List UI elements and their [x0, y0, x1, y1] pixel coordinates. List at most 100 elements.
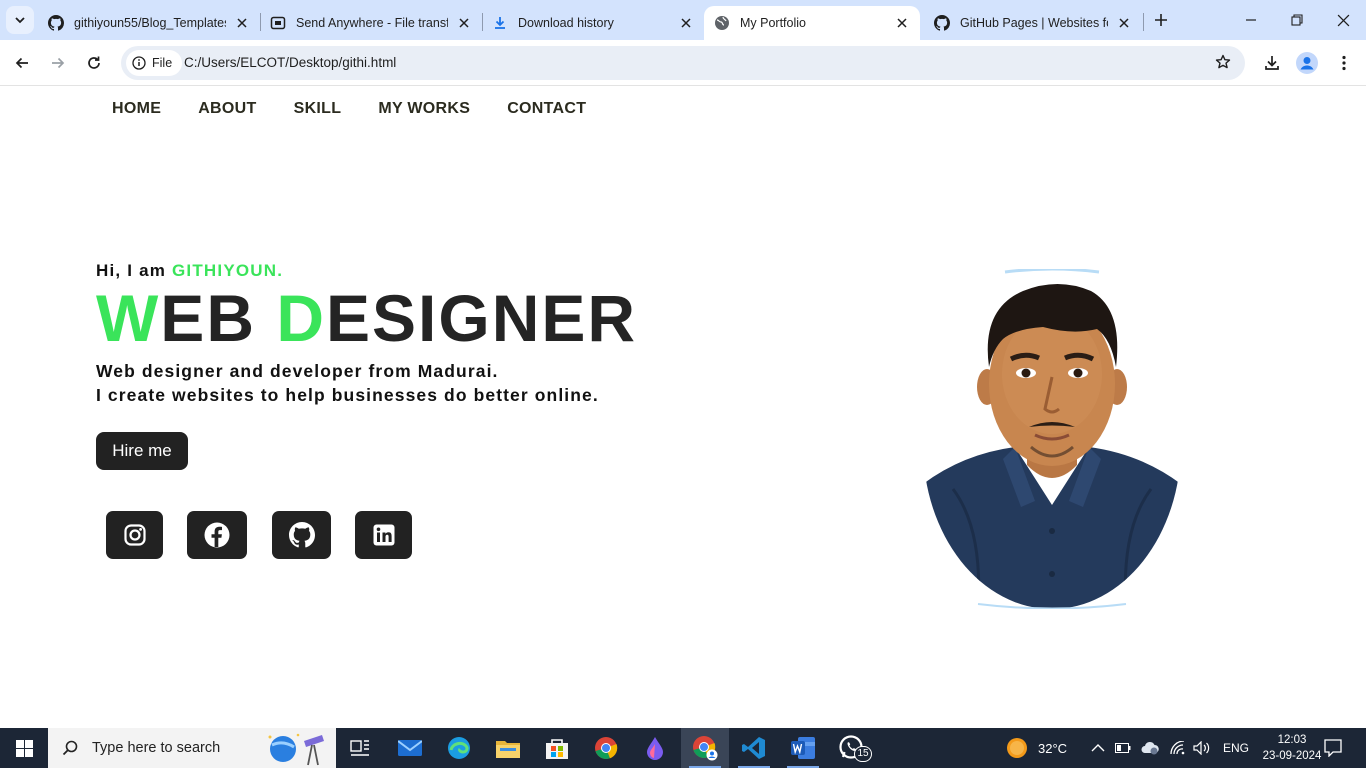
- tab-title: My Portfolio: [740, 16, 806, 30]
- download-icon: [1265, 56, 1279, 70]
- hero-description: Web designer and developer from Madurai.…: [96, 359, 637, 407]
- tab-github-pages[interactable]: GitHub Pages | Websites for you: [924, 6, 1142, 40]
- word-icon: [791, 737, 815, 759]
- close-icon: [1337, 14, 1349, 26]
- instagram-icon: [123, 524, 146, 546]
- tab-separator: [1143, 13, 1144, 31]
- site-nav: HOME ABOUT SKILL MY WORKS CONTACT: [112, 100, 623, 118]
- downloads-button[interactable]: [1258, 49, 1286, 77]
- sun-icon: [1007, 738, 1027, 758]
- paint-app[interactable]: [631, 728, 679, 768]
- search-highlight-icon: [268, 733, 324, 766]
- hero-section: Hi, I am GITHIYOUN. WEB DESIGNER Web des…: [96, 261, 638, 470]
- speaker-icon[interactable]: [1193, 741, 1211, 755]
- instagram-button[interactable]: [106, 511, 163, 559]
- profile-photo: [923, 269, 1181, 609]
- taskbar: Type here to search 15 32°C ENG 12:03 23…: [0, 728, 1366, 768]
- headline-d: D: [276, 281, 326, 355]
- new-tab-button[interactable]: [1150, 9, 1172, 31]
- tab-send-anywhere[interactable]: Send Anywhere - File transfer: [260, 6, 482, 40]
- tab-title: GitHub Pages | Websites for you: [960, 16, 1108, 30]
- close-icon[interactable]: [678, 15, 694, 31]
- tab-title: Download history: [518, 16, 614, 30]
- close-icon[interactable]: [456, 15, 472, 31]
- cloud-sync-icon[interactable]: [1141, 741, 1159, 755]
- github-button[interactable]: [272, 511, 331, 559]
- minimize-button[interactable]: [1228, 0, 1274, 40]
- notifications-button[interactable]: [1310, 728, 1356, 768]
- restore-button[interactable]: [1274, 0, 1320, 40]
- headline-esigner: ESIGNER: [326, 281, 638, 355]
- desc-line-1: Web designer and developer from Madurai.: [96, 361, 499, 381]
- edge-icon: [448, 737, 470, 759]
- task-view-button[interactable]: [336, 728, 384, 768]
- portfolio-page: HOME ABOUT SKILL MY WORKS CONTACT Hi, I …: [0, 87, 1366, 728]
- menu-button[interactable]: [1330, 49, 1358, 77]
- restore-icon: [1291, 14, 1303, 26]
- close-icon[interactable]: [234, 15, 250, 31]
- minimize-icon: [1246, 19, 1256, 21]
- nav-home[interactable]: HOME: [112, 100, 161, 118]
- search-icon: [62, 740, 78, 756]
- chrome-icon: [595, 737, 618, 760]
- bookmark-star-icon[interactable]: [1215, 54, 1231, 75]
- tab-search-button[interactable]: [6, 6, 34, 34]
- chrome-profile-app[interactable]: [681, 728, 729, 768]
- weather-temp: 32°C: [1038, 740, 1068, 756]
- back-button[interactable]: [8, 49, 36, 77]
- whatsapp-app[interactable]: 15: [828, 728, 876, 768]
- chip-label: File: [152, 56, 173, 70]
- battery-icon[interactable]: [1115, 743, 1131, 753]
- address-bar[interactable]: File C:/Users/ELCOT/Desktop/githi.html: [121, 46, 1245, 80]
- profile-avatar-icon: [1296, 52, 1318, 74]
- nav-contact[interactable]: CONTACT: [507, 100, 586, 118]
- nav-my-works[interactable]: MY WORKS: [378, 100, 470, 118]
- paint-icon: [647, 737, 663, 760]
- linkedin-icon: [373, 524, 394, 546]
- nav-about[interactable]: ABOUT: [198, 100, 256, 118]
- taskbar-search[interactable]: Type here to search: [48, 728, 336, 768]
- site-info-chip[interactable]: File: [126, 50, 183, 76]
- hire-me-button[interactable]: Hire me: [96, 432, 188, 470]
- search-placeholder: Type here to search: [92, 740, 221, 756]
- tab-my-portfolio[interactable]: My Portfolio: [704, 6, 920, 40]
- reload-button[interactable]: [80, 49, 108, 77]
- chrome-profile-icon: [693, 736, 718, 761]
- profile-button[interactable]: [1293, 49, 1321, 77]
- file-explorer-icon: [496, 741, 520, 758]
- globe-icon: [714, 15, 730, 31]
- chrome-app[interactable]: [582, 728, 630, 768]
- file-explorer-app[interactable]: [484, 728, 532, 768]
- linkedin-button[interactable]: [355, 511, 412, 559]
- store-app[interactable]: [533, 728, 581, 768]
- close-window-button[interactable]: [1320, 0, 1366, 40]
- start-button[interactable]: [0, 728, 48, 768]
- vscode-icon: [742, 737, 765, 759]
- nav-skill[interactable]: SKILL: [294, 100, 342, 118]
- chevron-up-icon[interactable]: [1091, 743, 1105, 753]
- word-app[interactable]: [779, 728, 827, 768]
- tab-download-history[interactable]: Download history: [482, 6, 704, 40]
- wifi-icon[interactable]: [1169, 741, 1185, 755]
- chevron-down-icon: [15, 17, 25, 24]
- tab-title: Send Anywhere - File transfer: [296, 16, 448, 30]
- tab-title: githiyoun55/Blog_Templates: [74, 16, 226, 30]
- edge-app[interactable]: [435, 728, 483, 768]
- github-icon: [48, 15, 64, 31]
- vscode-app[interactable]: [730, 728, 778, 768]
- send-anywhere-icon: [270, 15, 286, 31]
- tab-blog-templates[interactable]: githiyoun55/Blog_Templates: [38, 6, 260, 40]
- facebook-icon: [204, 522, 230, 548]
- task-view-icon: [350, 740, 369, 756]
- weather-widget[interactable]: 32°C: [1006, 728, 1067, 768]
- forward-button[interactable]: [44, 49, 72, 77]
- facebook-button[interactable]: [187, 511, 247, 559]
- windows-icon: [15, 739, 33, 757]
- mail-app[interactable]: [386, 728, 434, 768]
- url-text[interactable]: C:/Users/ELCOT/Desktop/githi.html: [184, 55, 396, 70]
- headline-w: W: [96, 281, 161, 355]
- close-icon[interactable]: [894, 15, 910, 31]
- language-indicator[interactable]: ENG: [1223, 741, 1249, 755]
- github-icon: [934, 15, 950, 31]
- close-icon[interactable]: [1116, 15, 1132, 31]
